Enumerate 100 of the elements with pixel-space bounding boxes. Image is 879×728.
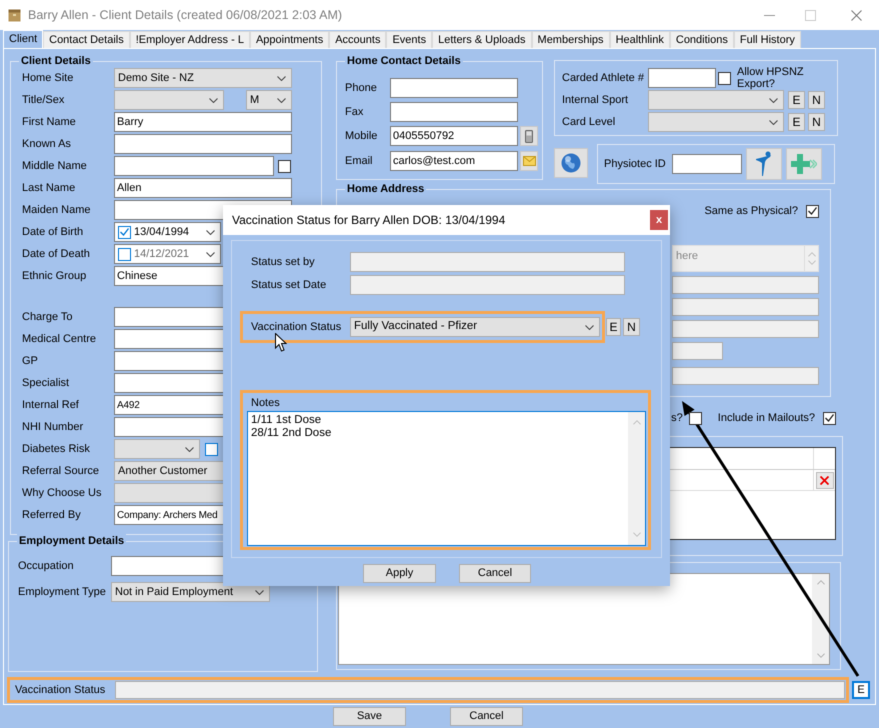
- text-field[interactable]: carlos@test.com: [390, 151, 518, 171]
- field-label: Vaccination Status: [14, 682, 106, 698]
- text-field[interactable]: 0405550792: [390, 126, 518, 146]
- text-field[interactable]: [390, 102, 518, 122]
- edit-button[interactable]: E: [852, 681, 870, 699]
- field-label: NHI Number: [22, 420, 84, 435]
- tab[interactable]: Events: [386, 31, 432, 48]
- plus-icon: [791, 154, 817, 174]
- edit-button[interactable]: E: [606, 318, 621, 336]
- new-button[interactable]: N: [808, 91, 825, 109]
- field-label: Occupation: [18, 558, 75, 574]
- dropdown[interactable]: Demo Site - NZ: [114, 68, 292, 88]
- text-field[interactable]: [672, 154, 742, 174]
- cursor-icon: [275, 333, 287, 352]
- close-icon[interactable]: [851, 10, 862, 20]
- field-label: Known As: [22, 136, 72, 152]
- chevron-icon: [769, 98, 778, 102]
- tab[interactable]: Healthlink: [610, 31, 670, 48]
- field-label: Email: [345, 154, 374, 169]
- field-label: s?: [671, 410, 683, 426]
- date-picker[interactable]: 13/04/1994: [114, 222, 221, 242]
- cancel-button[interactable]: Cancel: [459, 564, 531, 583]
- text-field[interactable]: [390, 78, 518, 98]
- field-label: Diabetes Risk: [22, 442, 91, 457]
- figure-icon: [755, 151, 773, 177]
- figure-button[interactable]: [746, 148, 782, 180]
- field-label: Mobile: [345, 128, 378, 144]
- text-field[interactable]: [114, 156, 274, 176]
- globe-button[interactable]: [554, 148, 588, 178]
- text-field[interactable]: Barry: [114, 112, 292, 132]
- phone-button[interactable]: [520, 126, 538, 146]
- checkbox[interactable]: [688, 412, 702, 424]
- chevron-icon: [206, 252, 215, 256]
- tab[interactable]: Client: [3, 30, 44, 48]
- group-title: Employment Details: [17, 534, 126, 548]
- field-label: Home Site: [22, 70, 74, 86]
- new-button[interactable]: N: [808, 113, 825, 131]
- field-label: Vaccination Status: [250, 320, 342, 335]
- field-label: Why Choose Us: [22, 486, 102, 501]
- chevron-icon: [585, 324, 594, 330]
- box-icon: [8, 8, 21, 22]
- tab[interactable]: Conditions: [670, 31, 734, 48]
- dropdown[interactable]: Fully Vaccinated - Pfizer: [350, 317, 600, 337]
- cross-icon: [820, 476, 829, 484]
- field-label: Charge To: [22, 310, 74, 325]
- tab[interactable]: Contact Details: [43, 31, 130, 48]
- new-button[interactable]: N: [623, 318, 640, 336]
- save-button[interactable]: Save: [333, 707, 406, 726]
- date-picker[interactable]: 14/12/2021: [114, 244, 221, 264]
- field-label: Employment Type: [18, 584, 107, 600]
- field-label: First Name: [22, 114, 77, 130]
- checkbox[interactable]: [823, 412, 836, 424]
- field-label: Date of Death: [22, 246, 91, 262]
- apply-button[interactable]: Apply: [363, 564, 436, 583]
- field-label: GP: [22, 354, 39, 369]
- envelope-icon: [522, 156, 536, 166]
- chevron-icon: [206, 230, 215, 234]
- delete-button[interactable]: [816, 472, 834, 488]
- mobile-phone-icon: [525, 130, 533, 142]
- field-label: Carded Athlete #: [562, 70, 645, 86]
- dropdown[interactable]: Not in Paid Employment: [111, 582, 270, 602]
- checkbox[interactable]: [118, 226, 131, 238]
- field-label: Specialist: [22, 376, 70, 391]
- field-label: Ethnic Group: [22, 268, 88, 284]
- field-label: Phone: [345, 80, 378, 96]
- window-title: Barry Allen - Client Details (created 06/08/2021 2:03 AM): [28, 6, 342, 24]
- text-field[interactable]: Allen: [114, 178, 292, 198]
- tab[interactable]: Letters & Uploads: [432, 31, 532, 48]
- globe-icon: [561, 153, 581, 173]
- note-line: 1/11 1st Dose: [251, 414, 322, 427]
- checkbox[interactable]: [278, 160, 291, 172]
- cancel-button[interactable]: Cancel: [450, 707, 523, 726]
- field-label: Last Name: [22, 180, 76, 196]
- field-label: Middle Name: [22, 158, 88, 174]
- minimize-icon[interactable]: [764, 14, 775, 16]
- edit-button[interactable]: E: [788, 113, 805, 131]
- notes-field[interactable]: 1/11 1st Dose 28/11 2nd Dose: [247, 411, 646, 546]
- tab[interactable]: Accounts: [329, 31, 386, 48]
- field-label: Maiden Name: [22, 202, 92, 218]
- checkbox-label: Allow HPSNZ Export?: [737, 66, 805, 90]
- tab[interactable]: Memberships: [532, 31, 610, 48]
- dropdown[interactable]: M: [246, 90, 292, 110]
- tab[interactable]: Full History: [734, 31, 801, 48]
- field-label: Card Level: [562, 114, 616, 130]
- text-field[interactable]: [114, 134, 292, 154]
- dialog-title: Vaccination Status for Barry Allen DOB: 13/04/1994: [232, 212, 506, 229]
- checkbox[interactable]: [118, 248, 131, 260]
- tab[interactable]: !Employer Address - L: [130, 31, 250, 48]
- checkbox[interactable]: [205, 442, 218, 456]
- tab[interactable]: Appointments: [250, 31, 330, 48]
- close-button[interactable]: x: [650, 210, 668, 230]
- field-label: Referral Source: [22, 464, 100, 479]
- edit-button[interactable]: E: [788, 91, 805, 109]
- chevron-icon: [185, 446, 194, 452]
- chevron-icon: [277, 76, 286, 80]
- checkbox[interactable]: [718, 72, 731, 84]
- field-label: Referred By: [22, 508, 82, 523]
- text-field[interactable]: [648, 68, 716, 88]
- checkbox[interactable]: [806, 204, 819, 218]
- note-line: 28/11 2nd Dose: [251, 427, 332, 440]
